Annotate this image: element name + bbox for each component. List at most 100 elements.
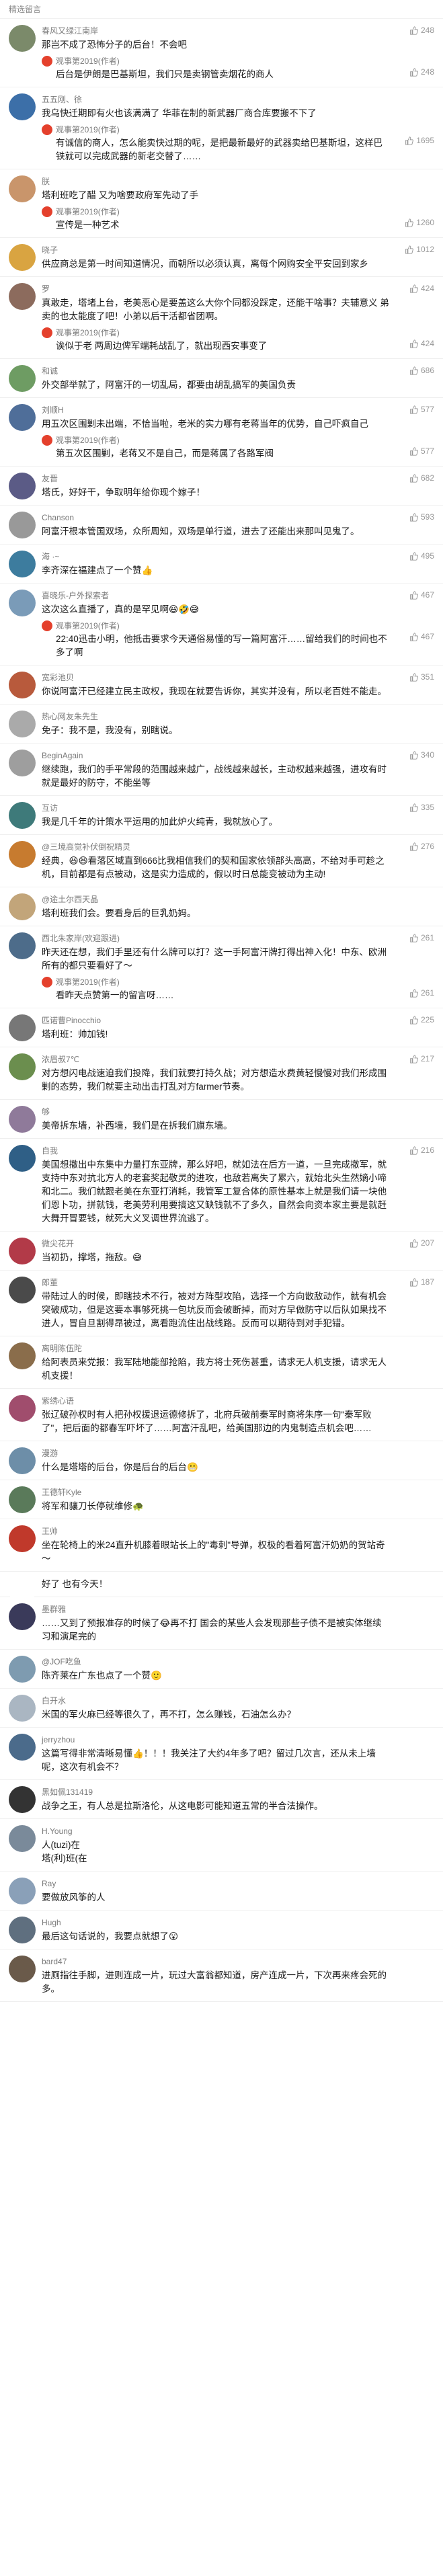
commenter-name: 和诚 — [42, 366, 58, 376]
avatar[interactable] — [9, 802, 36, 829]
avatar[interactable] — [9, 590, 36, 616]
thumb-up-icon[interactable] — [409, 26, 418, 35]
commenter-name: @JOF吃鱼 — [42, 1657, 81, 1666]
thumb-up-icon[interactable] — [409, 1015, 418, 1024]
reply-like-button[interactable]: 1695 — [405, 136, 434, 145]
avatar[interactable] — [9, 841, 36, 868]
avatar[interactable] — [9, 1342, 36, 1369]
avatar[interactable] — [9, 1053, 36, 1080]
commenter-name: 离明陈伍陀 — [42, 1344, 83, 1353]
thumb-up-icon[interactable] — [409, 672, 418, 682]
reply-like-button[interactable]: 577 — [409, 446, 434, 456]
avatar[interactable] — [9, 1145, 36, 1172]
reply-like-button[interactable]: 467 — [409, 632, 434, 641]
thumb-up-icon[interactable] — [409, 803, 418, 812]
like-button[interactable]: 216 — [409, 1145, 434, 1155]
avatar[interactable] — [9, 711, 36, 737]
reply-like-button[interactable]: 261 — [409, 988, 434, 998]
thumb-up-icon[interactable] — [405, 218, 414, 227]
avatar[interactable] — [9, 283, 36, 310]
like-button[interactable]: 335 — [409, 803, 434, 812]
like-button[interactable]: 1012 — [405, 245, 434, 254]
avatar[interactable] — [9, 1734, 36, 1761]
thumb-up-icon[interactable] — [409, 366, 418, 375]
author-reply: 观事第2019(作者) 1260 宣传是一种艺术 — [42, 206, 434, 232]
thumb-up-icon[interactable] — [409, 339, 418, 348]
avatar[interactable] — [9, 512, 36, 538]
like-button[interactable]: 467 — [409, 590, 434, 600]
like-button[interactable]: 340 — [409, 750, 434, 760]
like-count: 577 — [420, 405, 434, 414]
thumb-up-icon[interactable] — [409, 405, 418, 414]
like-button[interactable]: 225 — [409, 1015, 434, 1024]
thumb-up-icon[interactable] — [409, 1277, 418, 1287]
avatar[interactable] — [9, 1695, 36, 1722]
avatar[interactable] — [9, 932, 36, 959]
avatar[interactable] — [9, 1238, 36, 1264]
thumb-up-icon[interactable] — [409, 632, 418, 641]
reply-like-button[interactable]: 248 — [409, 67, 434, 77]
like-button[interactable]: 276 — [409, 842, 434, 851]
avatar[interactable] — [9, 1603, 36, 1630]
thumb-up-icon[interactable] — [409, 750, 418, 760]
avatar[interactable] — [9, 1825, 36, 1852]
reply-like-button[interactable]: 424 — [409, 339, 434, 348]
like-button[interactable]: 351 — [409, 672, 434, 682]
avatar[interactable] — [9, 1525, 36, 1552]
avatar[interactable] — [9, 1447, 36, 1474]
avatar[interactable] — [9, 175, 36, 202]
reply-like-count: 1695 — [416, 136, 434, 145]
thumb-up-icon[interactable] — [409, 473, 418, 483]
commenter-name: 匹诺曹Pinocchio — [42, 1016, 102, 1025]
avatar[interactable] — [9, 893, 36, 920]
thumb-up-icon[interactable] — [409, 67, 418, 77]
avatar[interactable] — [9, 672, 36, 698]
thumb-up-icon[interactable] — [409, 446, 418, 456]
avatar[interactable] — [9, 1014, 36, 1041]
thumb-up-icon[interactable] — [409, 1238, 418, 1248]
avatar[interactable] — [9, 244, 36, 271]
like-button[interactable]: 261 — [409, 933, 434, 942]
thumb-up-icon[interactable] — [409, 842, 418, 851]
avatar[interactable] — [9, 93, 36, 120]
avatar[interactable] — [9, 1786, 36, 1813]
avatar[interactable] — [9, 404, 36, 431]
avatar[interactable] — [9, 25, 36, 52]
thumb-up-icon[interactable] — [409, 512, 418, 522]
avatar[interactable] — [9, 1395, 36, 1422]
avatar[interactable] — [9, 1878, 36, 1904]
thumb-up-icon[interactable] — [409, 551, 418, 561]
thumb-up-icon[interactable] — [409, 1054, 418, 1063]
thumb-up-icon[interactable] — [409, 1145, 418, 1155]
avatar[interactable] — [9, 750, 36, 776]
avatar[interactable] — [9, 473, 36, 499]
like-button[interactable]: 593 — [409, 512, 434, 522]
avatar[interactable] — [9, 1656, 36, 1683]
like-button[interactable]: 424 — [409, 284, 434, 293]
thumb-up-icon[interactable] — [409, 284, 418, 293]
thumb-up-icon[interactable] — [409, 988, 418, 998]
thumb-up-icon[interactable] — [405, 245, 414, 254]
avatar[interactable] — [9, 1486, 36, 1513]
reply-like-button[interactable]: 1260 — [405, 218, 434, 227]
avatar[interactable] — [9, 1277, 36, 1303]
thumb-up-icon[interactable] — [409, 590, 418, 600]
thumb-up-icon[interactable] — [409, 933, 418, 942]
like-button[interactable]: 682 — [409, 473, 434, 483]
commenter-name: Chanson — [42, 513, 75, 522]
comment-text: 阿富汗根本管国双场，众所周知，双场是单行道，进去了还能出来那叫见鬼了。 — [42, 526, 360, 536]
avatar[interactable] — [9, 551, 36, 577]
avatar[interactable] — [9, 1956, 36, 1982]
like-button[interactable]: 217 — [409, 1054, 434, 1063]
like-count: 207 — [420, 1238, 434, 1248]
avatar[interactable] — [9, 1917, 36, 1943]
like-button[interactable]: 207 — [409, 1238, 434, 1248]
like-button[interactable]: 495 — [409, 551, 434, 561]
like-button[interactable]: 187 — [409, 1277, 434, 1287]
thumb-up-icon[interactable] — [405, 136, 414, 145]
avatar[interactable] — [9, 365, 36, 392]
like-button[interactable]: 248 — [409, 26, 434, 35]
like-button[interactable]: 577 — [409, 405, 434, 414]
like-button[interactable]: 686 — [409, 366, 434, 375]
avatar[interactable] — [9, 1106, 36, 1133]
